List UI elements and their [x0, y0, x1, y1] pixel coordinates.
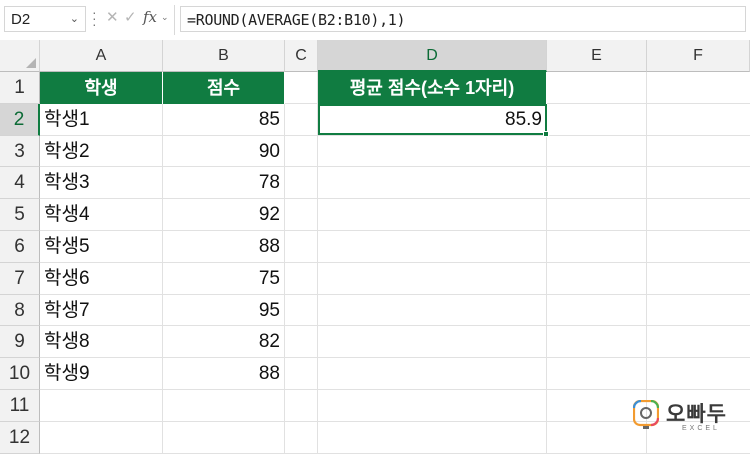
column-header-d[interactable]: D [318, 40, 547, 72]
cell-b2[interactable]: 85 [163, 104, 285, 136]
cell-b1[interactable]: 점수 [163, 72, 285, 104]
column-header-a[interactable]: A [40, 40, 163, 72]
row-header-1[interactable]: 1 [0, 72, 40, 104]
cell-d1[interactable]: 평균 점수(소수 1자리) [318, 72, 547, 104]
formula-input[interactable]: =ROUND(AVERAGE(B2:B10),1) [180, 6, 746, 32]
column-header-c[interactable]: C [285, 40, 318, 72]
cell-a9[interactable]: 학생8 [40, 326, 163, 358]
cell-a7[interactable]: 학생6 [40, 263, 163, 295]
insert-function-icon[interactable]: fx [143, 8, 157, 26]
cell-a1[interactable]: 학생 [40, 72, 163, 104]
cell-b10[interactable]: 88 [163, 358, 285, 390]
row-header-12[interactable]: 12 [0, 421, 40, 454]
cell-a3[interactable]: 학생2 [40, 136, 163, 168]
cell-b8[interactable]: 95 [163, 295, 285, 327]
formula-text: =ROUND(AVERAGE(B2:B10),1) [187, 11, 406, 29]
cell-b6[interactable]: 88 [163, 231, 285, 263]
divider [174, 5, 175, 35]
enter-icon[interactable]: ✓ [124, 8, 137, 26]
cell-b9[interactable]: 82 [163, 326, 285, 358]
cell-a4[interactable]: 학생3 [40, 167, 163, 199]
row-header-6[interactable]: 6 [0, 231, 40, 263]
chevron-down-icon[interactable]: ⌄ [70, 12, 79, 25]
brand-sub: EXCEL [682, 425, 720, 432]
gridline-vertical [646, 72, 647, 454]
cell-a6[interactable]: 학생5 [40, 231, 163, 263]
row-header-2[interactable]: 2 [0, 103, 40, 136]
cell-a2[interactable]: 학생1 [40, 104, 163, 136]
gridline-horizontal [40, 452, 750, 454]
row-header-5[interactable]: 5 [0, 199, 40, 231]
worksheet-grid[interactable]: ABCDEF 1 2 3 4 5 6 7 8 9 10 11 12 학생 점수 평균 점수(소수 1자… [0, 40, 750, 454]
name-box-value: D2 [11, 11, 31, 28]
column-header-f[interactable]: F [647, 40, 750, 72]
name-box[interactable]: D2 ⌄ [4, 6, 86, 32]
cancel-icon[interactable]: ✕ [106, 8, 119, 26]
brand-logo-icon [633, 400, 659, 429]
more-options-icon[interactable]: · · · [92, 5, 97, 31]
row-header-8[interactable]: 8 [0, 294, 40, 327]
expand-chevron-icon[interactable]: ⌄ [161, 12, 169, 23]
column-header-b[interactable]: B [163, 40, 285, 72]
brand-name: 오빠두 [666, 402, 727, 426]
row-header-9[interactable]: 9 [0, 326, 40, 359]
fill-handle[interactable] [543, 131, 549, 137]
row-header-3[interactable]: 3 [0, 135, 40, 168]
cell-a8[interactable]: 학생7 [40, 295, 163, 327]
watermark-logo: 오빠두 EXCEL [630, 398, 748, 440]
formula-bar: D2 ⌄ · · · ✕ ✓ fx ⌄ =ROUND(AVERAGE(B2:B10)… [0, 0, 750, 40]
cell-a5[interactable]: 학생4 [40, 199, 163, 231]
column-header-e[interactable]: E [547, 40, 647, 72]
cell-b5[interactable]: 92 [163, 199, 285, 231]
cell-b4[interactable]: 78 [163, 167, 285, 199]
row-header-7[interactable]: 7 [0, 262, 40, 295]
cell-b3[interactable]: 90 [163, 136, 285, 168]
active-cell-border [318, 104, 547, 135]
row-header-11[interactable]: 11 [0, 390, 40, 422]
row-header-10[interactable]: 10 [0, 358, 40, 390]
cell-b7[interactable]: 75 [163, 263, 285, 295]
cell-a10[interactable]: 학생9 [40, 358, 163, 390]
select-all-corner[interactable] [0, 40, 40, 72]
row-header-4[interactable]: 4 [0, 167, 40, 200]
